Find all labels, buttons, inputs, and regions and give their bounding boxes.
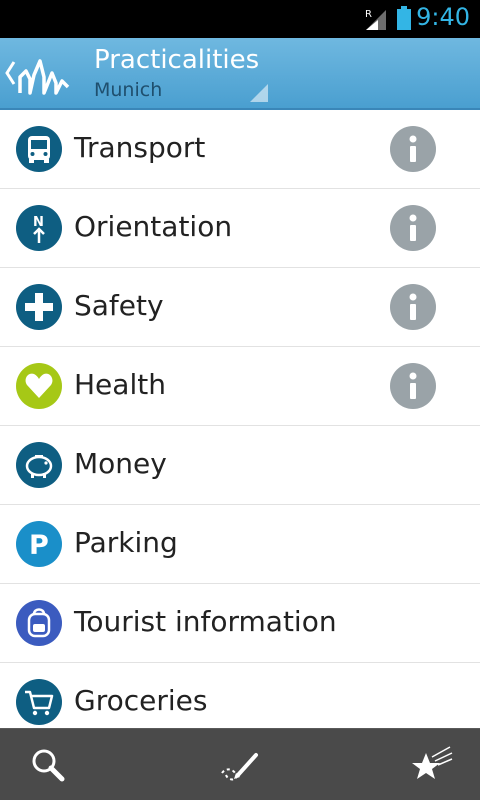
cart-icon <box>16 679 62 725</box>
list-item-parking[interactable]: P Parking <box>0 505 480 584</box>
signal-icon: R <box>365 9 386 30</box>
info-icon[interactable] <box>390 126 436 172</box>
search-icon[interactable] <box>26 743 70 787</box>
info-icon[interactable] <box>390 205 436 251</box>
route-edit-icon[interactable] <box>218 743 262 787</box>
app-logo-icon[interactable] <box>18 55 70 95</box>
list-item-label: Safety <box>74 289 164 322</box>
action-bar: Practicalities Munich <box>0 38 480 110</box>
parking-icon: P <box>16 521 62 567</box>
page-title[interactable]: Practicalities <box>94 45 259 75</box>
list-item-label: Money <box>74 447 167 480</box>
up-chevron-icon[interactable] <box>4 60 16 86</box>
battery-icon <box>397 6 411 30</box>
svg-text:P: P <box>29 530 49 561</box>
status-time: 9:40 <box>416 3 470 31</box>
list-item-label: Orientation <box>74 210 233 243</box>
status-bar: R 9:40 <box>0 0 480 38</box>
list-item-groceries[interactable]: Groceries <box>0 663 480 728</box>
list-item-label: Groceries <box>74 684 208 717</box>
backpack-icon <box>16 600 62 646</box>
svg-text:N: N <box>33 215 44 230</box>
roaming-mark: R <box>365 9 372 20</box>
list-item-safety[interactable]: Safety <box>0 268 480 347</box>
list-item-health[interactable]: Health <box>0 347 480 426</box>
info-icon[interactable] <box>390 363 436 409</box>
bottom-toolbar <box>0 728 480 800</box>
compass-north-icon: N <box>16 205 62 251</box>
list-item-transport[interactable]: Transport <box>0 110 480 189</box>
list-item-label: Tourist information <box>74 605 337 638</box>
bus-icon <box>16 126 62 172</box>
page-subtitle[interactable]: Munich <box>94 79 162 101</box>
list-item-label: Health <box>74 368 166 401</box>
info-icon[interactable] <box>390 284 436 330</box>
cross-icon <box>16 284 62 330</box>
dropdown-indicator-icon[interactable] <box>250 84 268 102</box>
favorites-icon[interactable] <box>410 743 454 787</box>
list-item-money[interactable]: Money <box>0 426 480 505</box>
piggy-bank-icon <box>16 442 62 488</box>
list-item-label: Parking <box>74 526 178 559</box>
heart-icon <box>16 363 62 409</box>
practicalities-list: Transport N Orientation Safety Health Mo… <box>0 110 480 728</box>
list-item-label: Transport <box>74 131 206 164</box>
list-item-orientation[interactable]: N Orientation <box>0 189 480 268</box>
list-item-tourist-information[interactable]: Tourist information <box>0 584 480 663</box>
